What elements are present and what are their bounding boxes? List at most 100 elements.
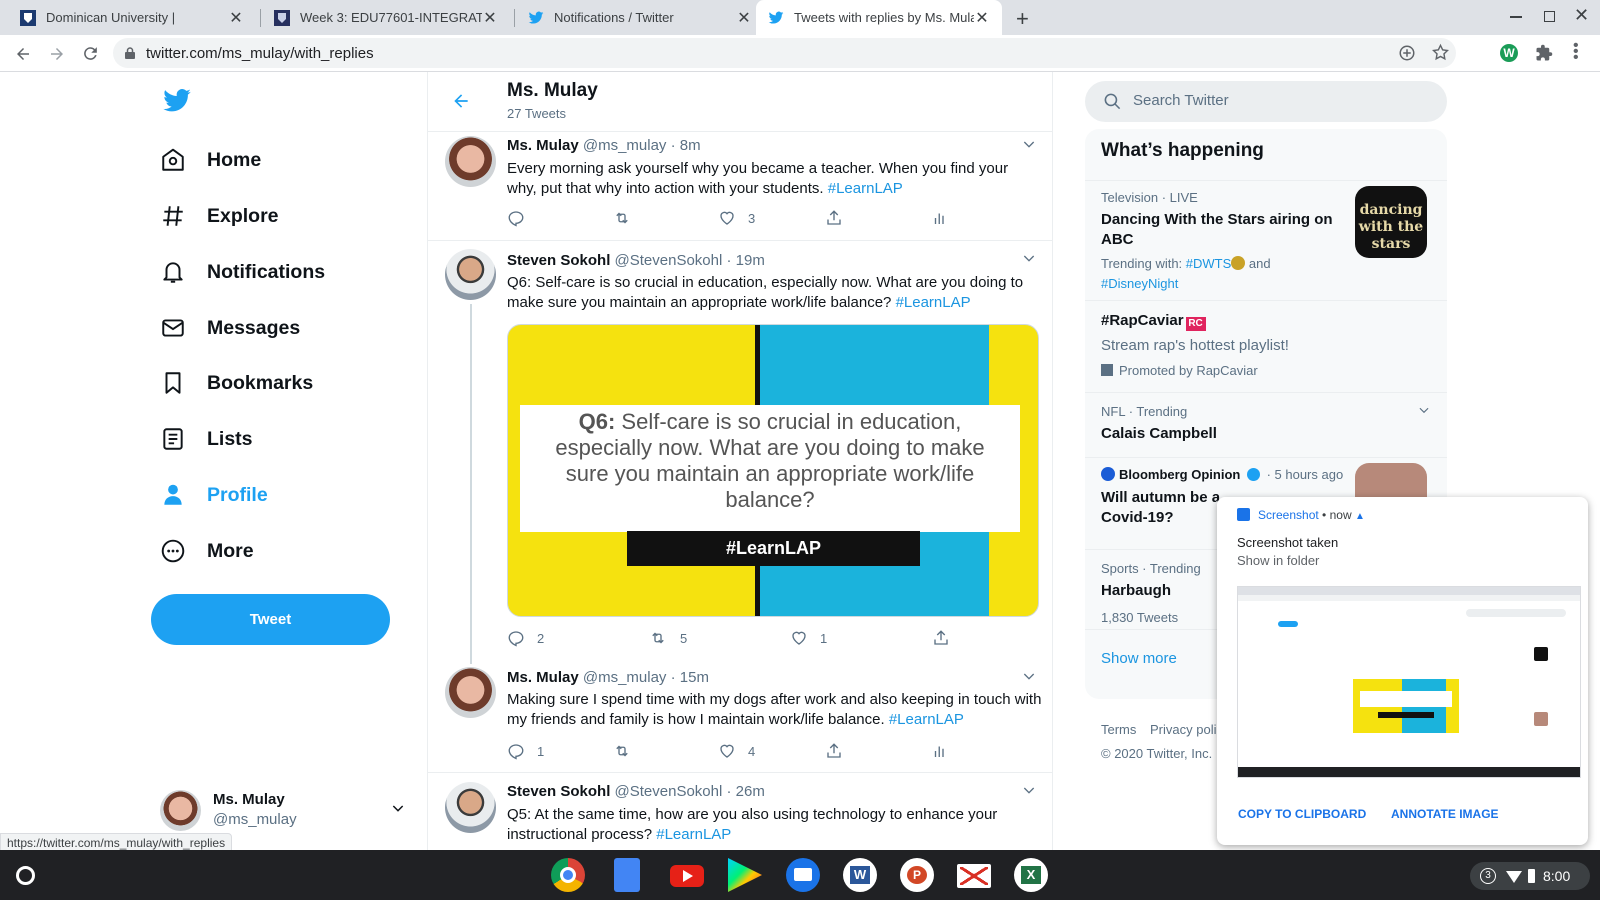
- close-icon[interactable]: ✕: [974, 10, 990, 27]
- extension-w-icon[interactable]: W: [1500, 44, 1518, 62]
- chrome-app-icon[interactable]: [551, 858, 585, 892]
- back-arrow-icon[interactable]: [14, 45, 32, 63]
- chevron-down-icon[interactable]: [1021, 668, 1037, 684]
- nav-profile[interactable]: Profile: [160, 475, 268, 515]
- tweet-header: Steven Sokohl @StevenSokohl · 26m: [507, 783, 765, 800]
- retweet-button[interactable]: 5: [648, 629, 687, 647]
- reply-button[interactable]: 2: [507, 629, 544, 647]
- author-name[interactable]: Steven Sokohl: [507, 783, 610, 800]
- chevron-down-icon[interactable]: [1021, 136, 1037, 152]
- extensions-puzzle-icon[interactable]: [1535, 44, 1553, 62]
- chevron-down-icon[interactable]: [1021, 782, 1037, 798]
- screenshot-preview[interactable]: [1237, 586, 1581, 778]
- files-app-icon[interactable]: [786, 858, 820, 892]
- tweet-time[interactable]: · 8m: [671, 137, 701, 154]
- add-to-page-icon[interactable]: [1398, 44, 1416, 62]
- footer-privacy[interactable]: Privacy poli: [1150, 722, 1216, 737]
- tab-notifications-twitter[interactable]: Notifications / Twitter ✕: [516, 0, 764, 35]
- nav-more[interactable]: More: [160, 531, 254, 571]
- bookmark-star-icon[interactable]: [1431, 43, 1450, 62]
- hashtag-link[interactable]: #LearnLAP: [656, 826, 731, 843]
- author-handle: @StevenSokohl: [614, 783, 723, 800]
- youtube-app-icon[interactable]: [670, 865, 704, 887]
- forward-arrow-icon[interactable]: [48, 45, 66, 63]
- share-button[interactable]: [932, 629, 962, 647]
- reply-icon: [508, 631, 524, 647]
- like-button[interactable]: 1: [790, 629, 827, 647]
- search-box[interactable]: Search Twitter: [1085, 81, 1447, 122]
- avatar[interactable]: [445, 136, 496, 187]
- hashtag-link[interactable]: #LearnLAP: [828, 180, 903, 197]
- tab-title: Dominican University |: [46, 10, 176, 25]
- close-icon[interactable]: ✕: [228, 10, 244, 27]
- chevron-up-icon[interactable]: ▲: [1355, 511, 1365, 522]
- search-input[interactable]: Search Twitter: [1133, 92, 1229, 109]
- reload-icon[interactable]: [81, 44, 100, 63]
- trend-item-promoted[interactable]: #RapCaviar RC Stream rap's hottest playli…: [1085, 300, 1447, 392]
- reply-button[interactable]: [507, 209, 537, 227]
- chevron-down-icon[interactable]: [1417, 403, 1431, 417]
- nav-messages[interactable]: Messages: [160, 308, 300, 348]
- hashtag-link[interactable]: #DisneyNight: [1101, 276, 1178, 291]
- analytics-button[interactable]: [931, 742, 961, 760]
- nav-home[interactable]: Home: [160, 140, 261, 180]
- account-switcher[interactable]: Ms. Mulay @ms_mulay: [160, 790, 420, 834]
- minimize-icon[interactable]: [1510, 16, 1522, 18]
- tweet-time[interactable]: · 15m: [671, 669, 709, 686]
- hashtag-link[interactable]: #LearnLAP: [896, 294, 971, 311]
- like-count: 3: [748, 210, 756, 226]
- back-arrow-icon[interactable]: [451, 91, 471, 111]
- tweet-time[interactable]: · 19m: [727, 252, 765, 269]
- tab-dominican[interactable]: Dominican University | ✕: [8, 0, 256, 35]
- footer-terms[interactable]: Terms: [1101, 722, 1136, 737]
- close-window-icon[interactable]: ✕: [1574, 5, 1589, 26]
- new-tab-icon[interactable]: +: [1016, 6, 1029, 32]
- like-button[interactable]: 4: [718, 742, 755, 760]
- nav-bookmarks[interactable]: Bookmarks: [160, 363, 313, 403]
- word-app-icon[interactable]: W: [843, 858, 877, 892]
- nav-explore[interactable]: Explore: [160, 196, 279, 236]
- tab-tweets-with-replies[interactable]: Tweets with replies by Ms. Mulay ✕: [756, 0, 1002, 35]
- powerpoint-app-icon[interactable]: P: [900, 858, 934, 892]
- copy-to-clipboard-button[interactable]: COPY TO CLIPBOARD: [1238, 807, 1366, 821]
- close-icon[interactable]: ✕: [482, 10, 498, 27]
- retweet-button[interactable]: [612, 209, 644, 227]
- list-icon: [163, 428, 183, 450]
- nav-notifications[interactable]: Notifications: [160, 252, 325, 292]
- hashtag-link[interactable]: #DWTS: [1186, 256, 1232, 271]
- hashtag-link[interactable]: #LearnLAP: [889, 711, 964, 728]
- close-icon[interactable]: ✕: [736, 10, 752, 27]
- gmail-app-icon[interactable]: [957, 864, 991, 888]
- status-tray[interactable]: 3 8:00: [1470, 862, 1590, 890]
- analytics-button[interactable]: [931, 209, 961, 227]
- avatar[interactable]: [445, 782, 496, 833]
- reply-button[interactable]: 1: [507, 742, 544, 760]
- annotate-image-button[interactable]: ANNOTATE IMAGE: [1391, 807, 1499, 821]
- twitter-logo-icon[interactable]: [162, 86, 192, 116]
- tweet-button[interactable]: Tweet: [151, 594, 390, 645]
- trend-item[interactable]: Television · LIVE Dancing With the Stars…: [1085, 180, 1447, 300]
- nav-lists[interactable]: Lists: [160, 419, 253, 459]
- docs-app-icon[interactable]: [614, 858, 640, 892]
- tweet-time[interactable]: · 26m: [727, 783, 765, 800]
- launcher-icon[interactable]: [16, 866, 35, 885]
- author-name[interactable]: Ms. Mulay: [507, 669, 579, 686]
- tweet-image[interactable]: Q6: Self-care is so crucial in education…: [507, 324, 1039, 617]
- screenshot-notification[interactable]: Screenshot • now ▲ Screenshot taken Show…: [1217, 497, 1588, 845]
- trend-item[interactable]: NFL · Trending Calais Campbell: [1085, 392, 1447, 457]
- restore-icon[interactable]: [1544, 11, 1555, 22]
- avatar[interactable]: [445, 249, 496, 300]
- like-button[interactable]: 3: [718, 209, 755, 227]
- bloomberg-logo-icon: [1101, 467, 1115, 481]
- browser-menu-icon[interactable]: • • •: [1573, 38, 1579, 66]
- author-name[interactable]: Ms. Mulay: [507, 137, 579, 154]
- author-name[interactable]: Steven Sokohl: [507, 252, 610, 269]
- avatar[interactable]: [445, 667, 496, 718]
- retweet-button[interactable]: [612, 742, 644, 760]
- excel-app-icon[interactable]: X: [1014, 858, 1048, 892]
- share-button[interactable]: [825, 209, 855, 227]
- chevron-down-icon[interactable]: [1021, 250, 1037, 266]
- share-button[interactable]: [825, 742, 855, 760]
- tab-week3[interactable]: Week 3: EDU77601-INTEGRATIN ✕: [262, 0, 510, 35]
- address-bar[interactable]: twitter.com/ms_mulay/with_replies: [113, 38, 1456, 68]
